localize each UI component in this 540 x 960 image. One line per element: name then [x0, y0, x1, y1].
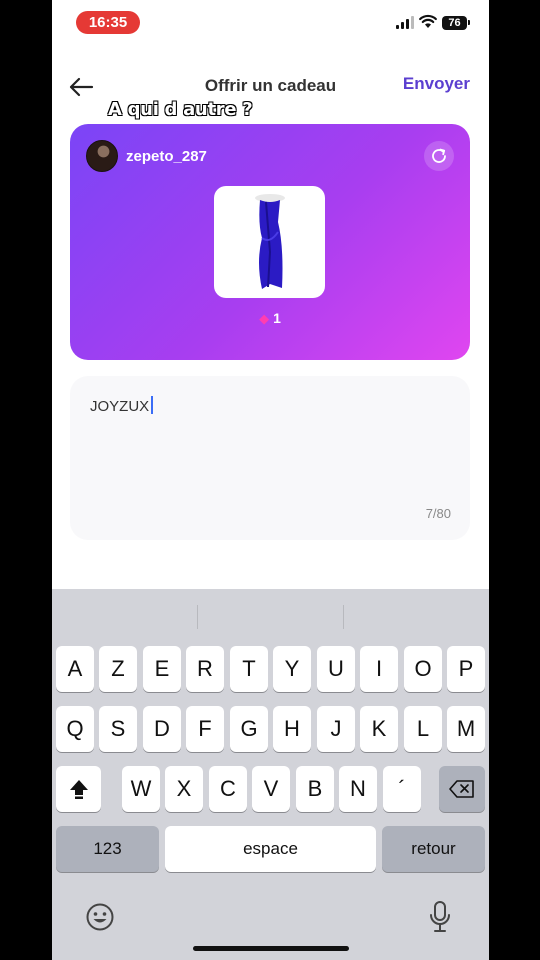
suggestion-divider [343, 605, 344, 629]
battery-tip [468, 20, 470, 25]
gem-icon: ◆ [259, 311, 270, 326]
shift-key[interactable] [56, 766, 101, 812]
key-y[interactable]: Y [273, 646, 311, 692]
key-g[interactable]: G [230, 706, 268, 752]
key-j[interactable]: J [317, 706, 355, 752]
microphone-icon[interactable] [429, 901, 451, 933]
suggestion-divider [197, 605, 198, 629]
key-v[interactable]: V [252, 766, 290, 812]
battery-indicator: 76 [442, 16, 467, 30]
key-o[interactable]: O [404, 646, 442, 692]
gift-price: ◆ 1 [70, 310, 470, 327]
key-u[interactable]: U [317, 646, 355, 692]
key-f[interactable]: F [186, 706, 224, 752]
key-b[interactable]: B [296, 766, 334, 812]
delete-key[interactable] [439, 766, 485, 812]
key-m[interactable]: M [447, 706, 485, 752]
gift-screen: 16:35 76 Offrir un cadeau Envoyer A qui … [52, 0, 489, 960]
key-d[interactable]: D [143, 706, 181, 752]
emoji-icon[interactable] [85, 902, 115, 932]
character-count: 7/80 [425, 506, 451, 521]
recipient-username: zepeto_287 [126, 148, 207, 165]
status-time: 16:35 [76, 11, 140, 34]
key-e[interactable]: E [143, 646, 181, 692]
refresh-icon [432, 148, 446, 163]
message-input[interactable]: JOYZUX [90, 396, 154, 415]
wifi-icon [419, 14, 437, 28]
home-indicator[interactable] [193, 946, 349, 951]
key-c[interactable]: C [209, 766, 247, 812]
gift-item[interactable] [214, 186, 325, 298]
key-n[interactable]: N [339, 766, 377, 812]
message-text: JOYZUX [90, 398, 150, 415]
numbers-key[interactable]: 123 [56, 826, 159, 872]
key-k[interactable]: K [360, 706, 398, 752]
overlay-caption: A qui d autre ? [107, 99, 253, 121]
key-p[interactable]: P [447, 646, 485, 692]
key-q[interactable]: Q [56, 706, 94, 752]
key-w[interactable]: W [122, 766, 160, 812]
key-i[interactable]: I [360, 646, 398, 692]
space-key[interactable]: espace [165, 826, 376, 872]
price-value: 1 [273, 310, 281, 326]
key-z[interactable]: Z [99, 646, 137, 692]
return-key[interactable]: retour [382, 826, 485, 872]
shift-arrow-icon [69, 780, 88, 799]
backspace-icon [449, 780, 474, 798]
blue-dress-icon [254, 194, 285, 289]
send-button[interactable]: Envoyer [403, 74, 470, 94]
key-r[interactable]: R [186, 646, 224, 692]
status-bar: 16:35 76 [52, 0, 489, 46]
key-s[interactable]: S [99, 706, 137, 752]
key-accent[interactable]: ´ [383, 766, 421, 812]
avatar[interactable] [86, 140, 118, 172]
key-x[interactable]: X [165, 766, 203, 812]
refresh-button[interactable] [424, 141, 454, 171]
key-l[interactable]: L [404, 706, 442, 752]
gift-card: zepeto_287 ◆ 1 [70, 124, 470, 360]
keyboard: A Z E R T Y U I O P Q S D F G H J K L M … [52, 589, 489, 960]
key-a[interactable]: A [56, 646, 94, 692]
message-field[interactable]: JOYZUX 7/80 [70, 376, 470, 540]
text-cursor [151, 396, 154, 414]
key-t[interactable]: T [230, 646, 268, 692]
signal-icon [396, 16, 414, 29]
key-h[interactable]: H [273, 706, 311, 752]
